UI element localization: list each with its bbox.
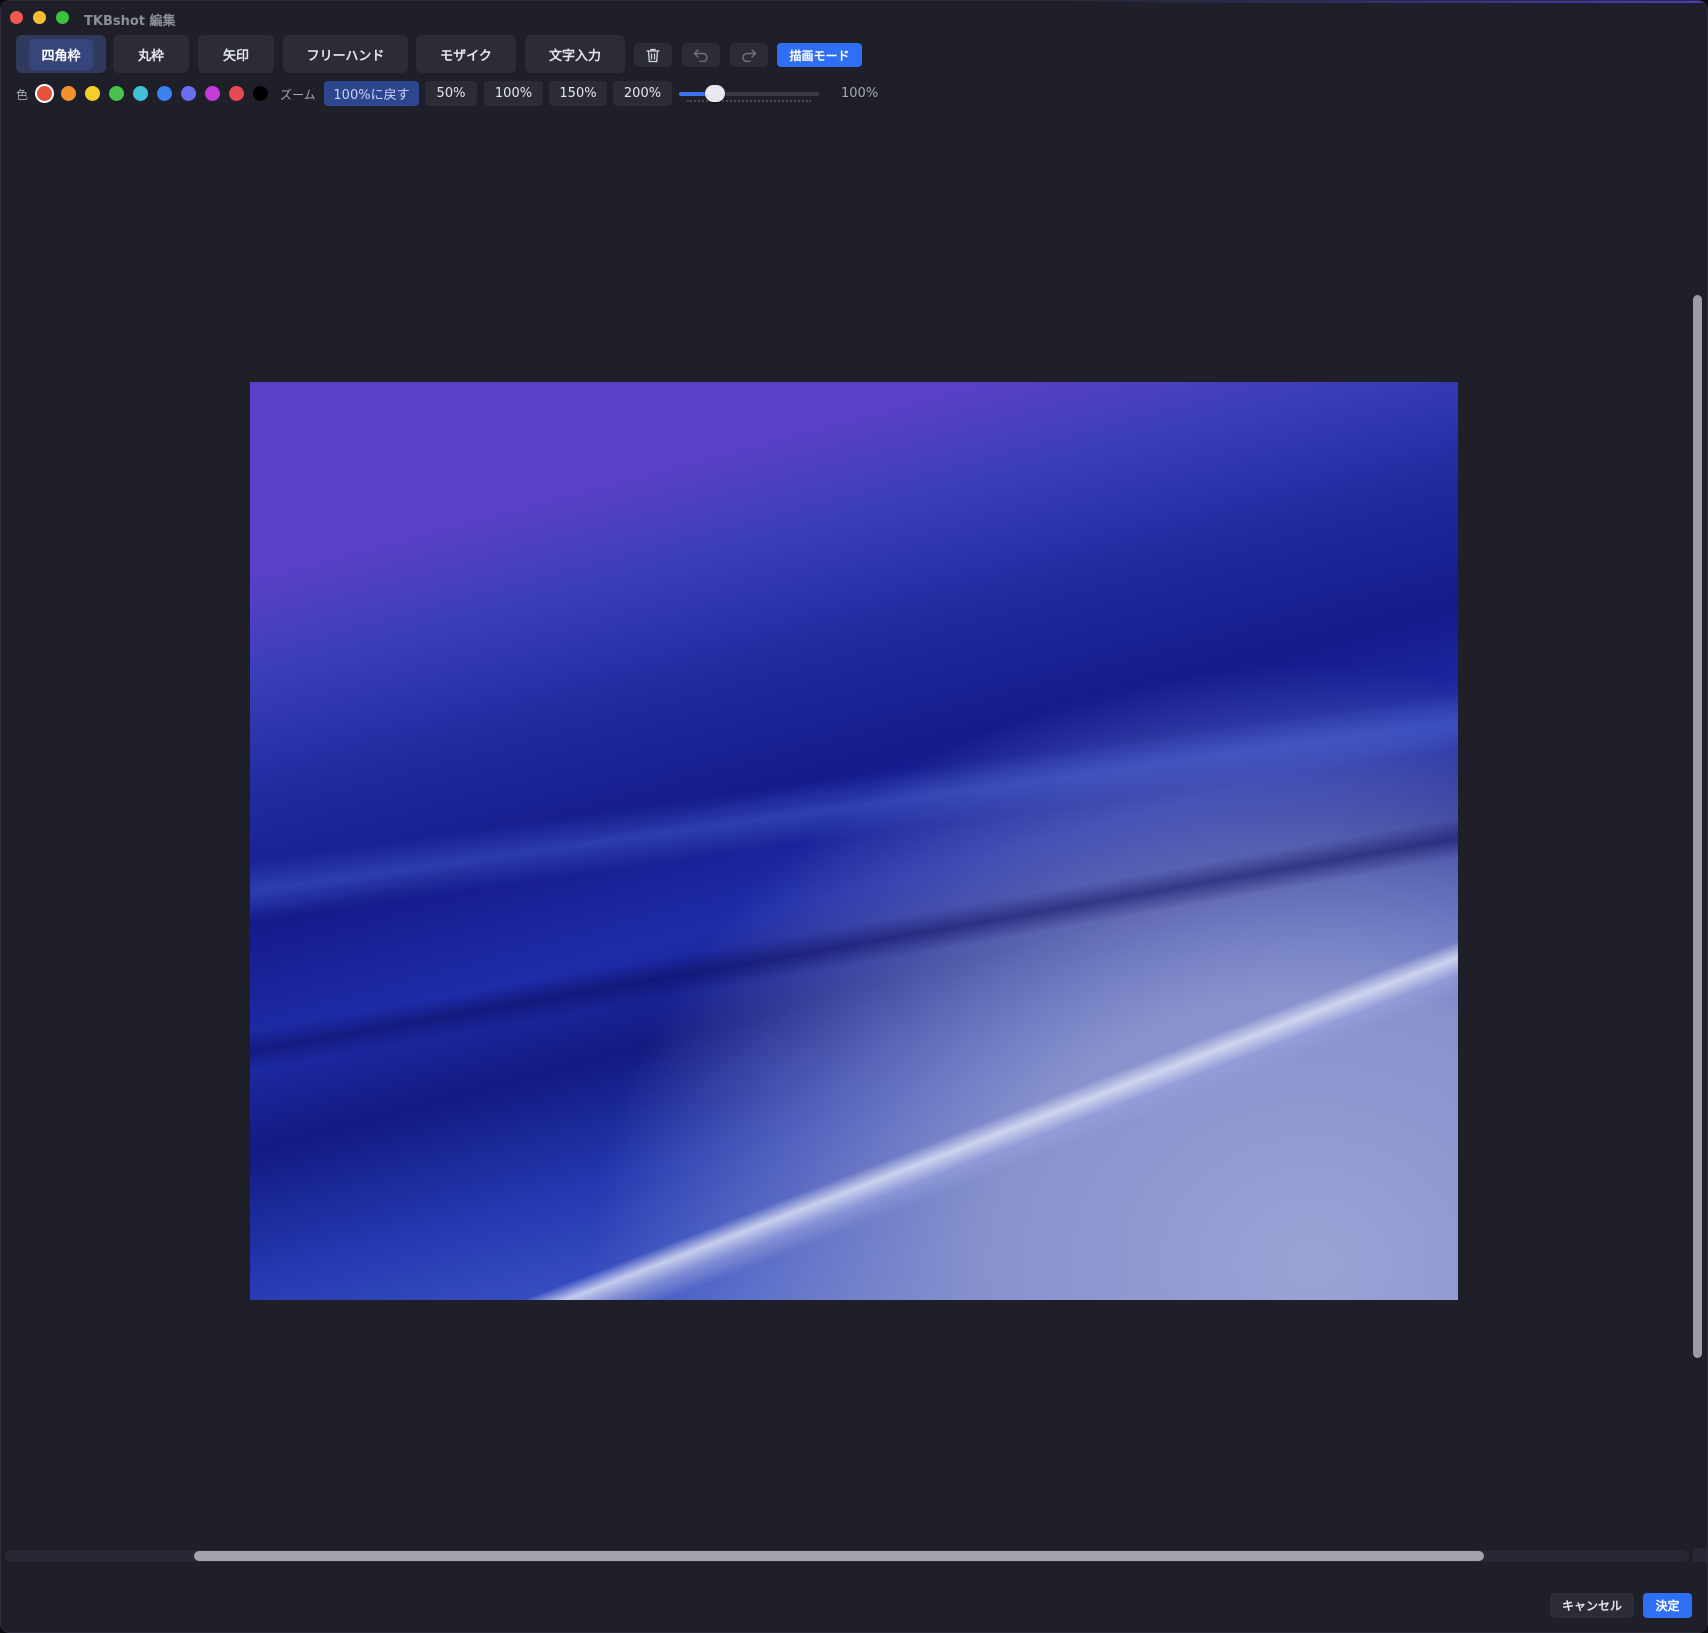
zoom-50-label: 50% [436, 86, 466, 101]
zoom-200-button[interactable]: 200% [613, 81, 672, 106]
color-label: 色 [16, 88, 29, 102]
scroll-corner [1693, 1548, 1707, 1562]
screenshot-image[interactable] [250, 382, 1458, 1300]
delete-button[interactable] [634, 43, 672, 67]
zoom-100-label: 100% [494, 86, 533, 101]
tool-circle-button[interactable]: 丸枠 [113, 35, 189, 73]
tool-freehand-label: フリーハンド [306, 48, 385, 64]
zoom-slider-ticks [687, 100, 811, 103]
horizontal-scrollbar-thumb[interactable] [194, 1551, 1484, 1561]
tool-text-button[interactable]: 文字入力 [525, 35, 625, 73]
confirm-label: 決定 [1655, 1599, 1680, 1613]
zoom-window-icon[interactable] [56, 11, 69, 24]
vertical-scrollbar-thumb[interactable] [1693, 295, 1702, 1358]
zoom-reset-button[interactable]: 100%に戻す [324, 81, 419, 106]
tool-mosaic-button[interactable]: モザイク [416, 35, 516, 73]
zoom-label: ズーム [280, 88, 316, 102]
redo-button[interactable] [730, 43, 768, 67]
redo-icon [742, 49, 757, 62]
zoom-slider-thumb[interactable] [705, 85, 725, 102]
color-swatch-purple[interactable] [205, 86, 220, 101]
draw-mode-label: 描画モード [789, 48, 850, 63]
tool-bar: 四角枠 丸枠 矢印 フリーハンド モザイク 文字入力 描画モード [1, 35, 1707, 73]
color-swatch-cyan[interactable] [133, 86, 148, 101]
zoom-150-button[interactable]: 150% [549, 81, 607, 106]
zoom-value: 100% [841, 86, 879, 101]
canvas-scroll-area[interactable] [1, 117, 1697, 1549]
window-title: TKBshot 編集 [84, 14, 176, 29]
undo-icon [693, 49, 708, 62]
tool-rectangle-label: 四角枠 [29, 38, 93, 70]
zoom-reset-label: 100%に戻す [333, 88, 410, 103]
cancel-label: キャンセル [1561, 1599, 1622, 1613]
draw-mode-button[interactable]: 描画モード [777, 43, 862, 67]
trash-icon [646, 48, 660, 62]
tool-text-label: 文字入力 [548, 48, 601, 64]
minimize-window-icon[interactable] [33, 11, 46, 24]
color-swatch-green[interactable] [109, 86, 124, 101]
confirm-button[interactable]: 決定 [1643, 1593, 1692, 1618]
tool-rectangle-button[interactable]: 四角枠 [16, 35, 106, 73]
color-swatch-black[interactable] [253, 86, 268, 101]
color-zoom-bar: 色 ズーム 100%に戻す 50% 100% 150% 200% 100% [1, 81, 1707, 107]
color-swatch-pink-red[interactable] [229, 86, 244, 101]
zoom-100-button[interactable]: 100% [484, 81, 543, 106]
color-swatch-blue[interactable] [157, 86, 172, 101]
cancel-button[interactable]: キャンセル [1550, 1593, 1634, 1618]
zoom-slider[interactable] [679, 92, 819, 96]
image-light-streak [250, 658, 1458, 937]
tool-mosaic-label: モザイク [440, 48, 492, 64]
tool-circle-label: 丸枠 [137, 48, 164, 64]
zoom-150-label: 150% [559, 86, 597, 101]
color-swatch-indigo[interactable] [181, 86, 196, 101]
tool-arrow-label: 矢印 [222, 48, 249, 64]
tool-arrow-button[interactable]: 矢印 [198, 35, 274, 73]
color-swatch-yellow[interactable] [85, 86, 100, 101]
zoom-200-label: 200% [623, 86, 662, 101]
color-swatch-orange[interactable] [61, 86, 76, 101]
tool-freehand-button[interactable]: フリーハンド [283, 35, 408, 73]
zoom-50-button[interactable]: 50% [425, 81, 477, 106]
undo-button[interactable] [682, 43, 720, 67]
color-swatch-red[interactable] [37, 86, 52, 101]
title-bar: TKBshot 編集 [1, 1, 1707, 35]
close-window-icon[interactable] [10, 11, 23, 24]
editor-window: TKBshot 編集 四角枠 丸枠 矢印 フリーハンド モザイク 文字入力 描画… [0, 0, 1708, 1633]
